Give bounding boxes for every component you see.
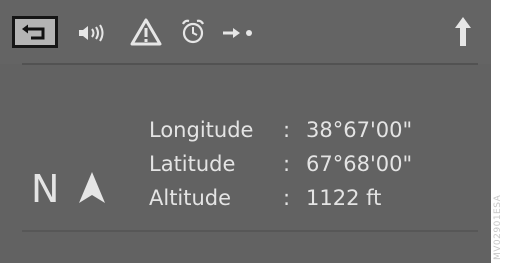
back-icon [22,24,45,40]
display-screen: N Longitude : 38°67'00" Latitude : 67°68… [0,0,491,263]
longitude-separator: : [283,118,291,142]
altitude-label: Altitude [149,186,232,210]
heading-arrow-icon [79,172,105,203]
up-arrow-icon[interactable] [453,16,473,48]
image-code-watermark: MV02901ESA [493,194,503,260]
longitude-label: Longitude [149,118,254,142]
back-button[interactable] [12,16,58,48]
toolbar-divider [22,63,478,65]
longitude-value: 38°67'00" [306,118,413,142]
altitude-separator: : [283,186,291,210]
toolbar [0,0,491,65]
altitude-value: 1122 ft [306,186,382,210]
latitude-separator: : [283,152,291,176]
latitude-value: 67°68'00" [306,152,413,176]
bottom-divider [22,230,478,232]
arrow-dot-icon[interactable] [221,26,257,40]
alarm-clock-icon[interactable] [179,18,207,46]
warning-icon[interactable] [129,17,163,47]
speaker-icon[interactable] [77,24,109,42]
compass-direction: N [31,167,60,211]
latitude-label: Latitude [149,152,236,176]
